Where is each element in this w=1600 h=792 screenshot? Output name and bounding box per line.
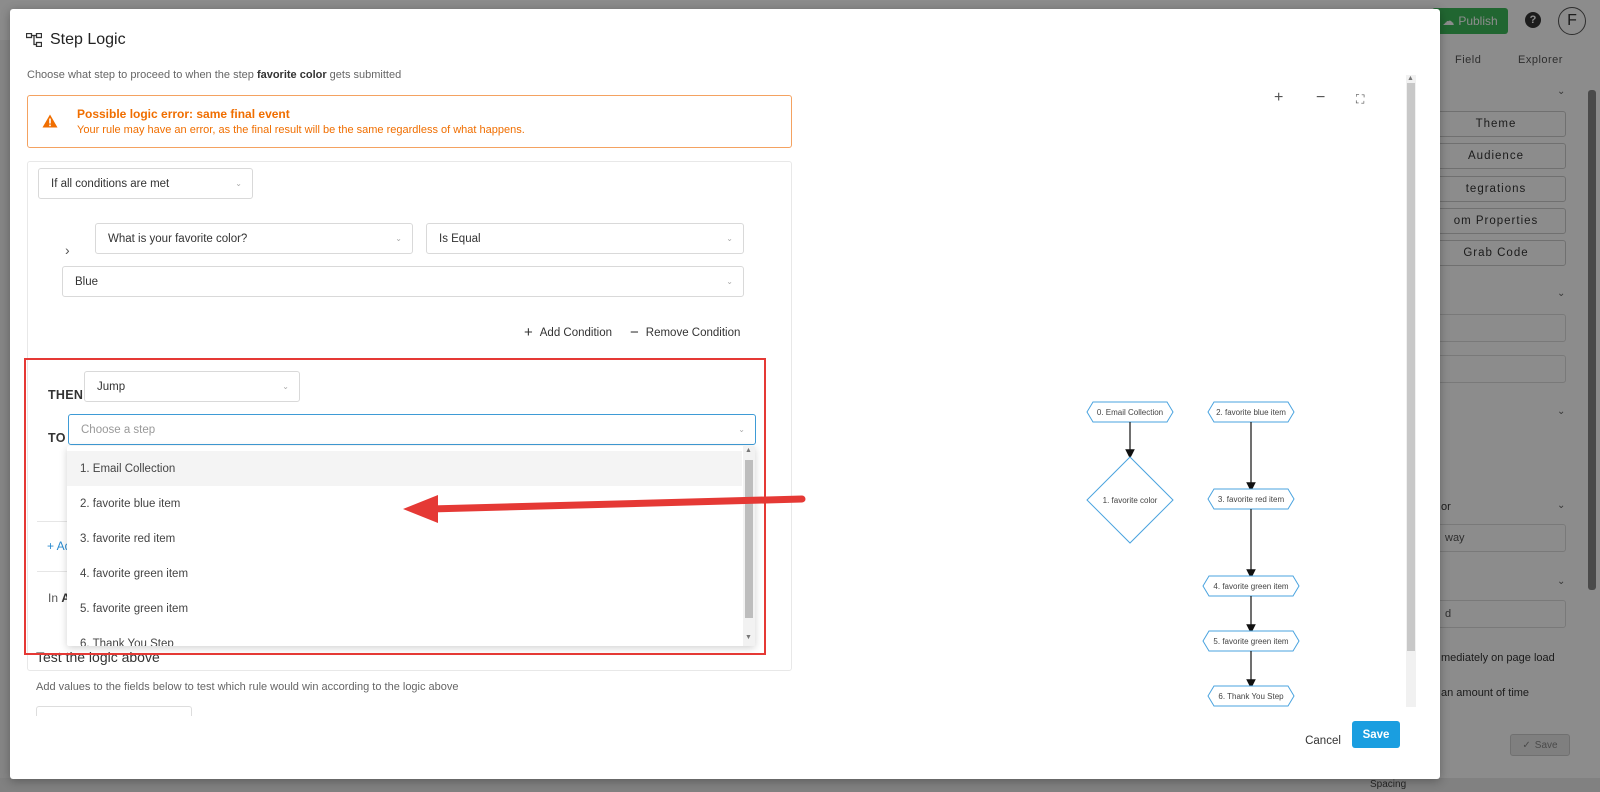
flow-node-1[interactable]: 1. favorite color <box>1086 456 1174 544</box>
flow-node-2[interactable]: 2. favorite blue item <box>1207 401 1295 423</box>
modal-scroll-thumb[interactable] <box>1407 83 1415 651</box>
svg-text:5. favorite green item: 5. favorite green item <box>1213 637 1288 646</box>
flow-node-6[interactable]: 6. Thank You Step <box>1207 685 1295 707</box>
step-logic-modal: Step Logic Choose what step to proceed t… <box>10 9 1440 779</box>
svg-text:4. favorite green item: 4. favorite green item <box>1213 582 1288 591</box>
flow-node-0[interactable]: 0. Email Collection <box>1086 401 1174 423</box>
svg-text:6. Thank You Step: 6. Thank You Step <box>1218 692 1284 701</box>
svg-text:1. favorite color: 1. favorite color <box>1103 496 1158 505</box>
svg-text:0. Email Collection: 0. Email Collection <box>1097 408 1163 417</box>
flow-node-4[interactable]: 4. favorite green item <box>1202 575 1300 597</box>
scroll-up-icon[interactable]: ▲ <box>1407 75 1414 82</box>
flow-node-3[interactable]: 3. favorite red item <box>1207 488 1295 510</box>
flow-node-5[interactable]: 5. favorite green item <box>1202 630 1300 652</box>
cancel-button[interactable]: Cancel <box>1297 727 1349 755</box>
flow-diagram: 0. Email Collection 1. favorite color 2.… <box>1086 401 1300 707</box>
svg-text:2. favorite blue item: 2. favorite blue item <box>1216 408 1286 417</box>
save-button[interactable]: Save <box>1352 721 1400 748</box>
svg-text:3. favorite red item: 3. favorite red item <box>1218 495 1285 504</box>
